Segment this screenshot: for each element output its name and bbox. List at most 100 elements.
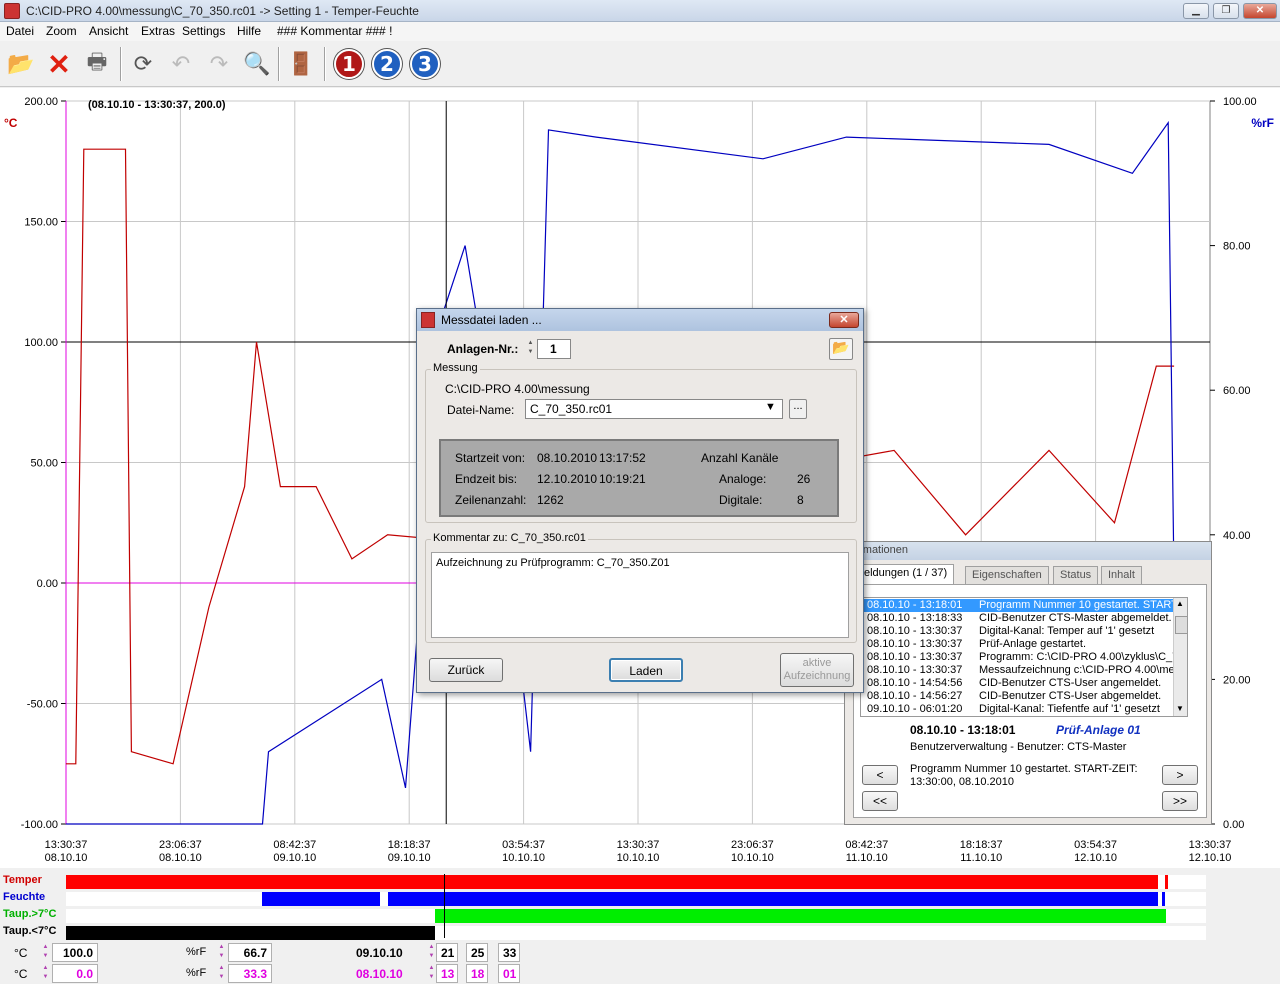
- right-unit-label: %rF: [1251, 116, 1274, 130]
- tab-inhalt[interactable]: Inhalt: [1101, 566, 1142, 584]
- menu-zoom[interactable]: Zoom: [46, 24, 77, 38]
- tab-meldungen[interactable]: eldungen (1 / 37): [857, 564, 955, 584]
- row2-hum-value[interactable]: 33.3: [228, 964, 272, 983]
- message-row[interactable]: 08.10.10 - 13:18:33 CID-Benutzer CTS-Mast…: [861, 612, 1181, 625]
- row1-hum-value[interactable]: 66.7: [228, 943, 272, 962]
- active-recording-button[interactable]: aktive Aufzeichnung: [780, 653, 854, 687]
- rows-label: Zeilenanzahl:: [455, 493, 527, 507]
- end-time: 10:19:21: [599, 472, 646, 486]
- digital-channel-legend: Temper Feuchte Taup.>7°C Taup.<7°C: [0, 872, 1210, 940]
- row2-temp-spinner[interactable]: ▲ ▼: [42, 964, 49, 983]
- row2-hum-spinner[interactable]: ▲ ▼: [218, 964, 225, 983]
- row1-temp-spinner[interactable]: ▲ ▼: [42, 943, 49, 962]
- row1-unit-hum: %rF: [186, 946, 207, 958]
- anlagen-spinner[interactable]: ▲ ▼: [527, 339, 534, 358]
- redo-icon[interactable]: ↷: [202, 47, 236, 81]
- anlagen-label: Anlagen-Nr.:: [447, 342, 519, 356]
- row1-second[interactable]: 33: [498, 943, 520, 962]
- exit-door-icon[interactable]: 🚪: [284, 47, 318, 81]
- row1-temp-value[interactable]: 100.0: [52, 943, 98, 962]
- information-panel: ormationen eldungen (1 / 37) Eigenschaft…: [844, 541, 1212, 825]
- first-message-button[interactable]: <<: [862, 791, 898, 811]
- menu-datei[interactable]: Datei: [6, 24, 34, 38]
- delete-x-icon[interactable]: ✕: [42, 47, 76, 81]
- open-folder-icon[interactable]: 📂: [829, 338, 853, 360]
- browse-button[interactable]: ...: [789, 399, 807, 419]
- row1-hour[interactable]: 21: [436, 943, 458, 962]
- row2-hour-spinner[interactable]: ▲ ▼: [428, 964, 435, 983]
- row2-temp-value[interactable]: 0.0: [52, 964, 98, 983]
- track-taup-above: [66, 909, 1206, 923]
- message-row[interactable]: 08.10.10 - 13:30:37 Digital-Kanal: Temper…: [861, 625, 1181, 638]
- y-tick-label-left: 200.00: [24, 96, 58, 108]
- scroll-down-icon[interactable]: ▼: [1176, 704, 1184, 713]
- x-tick-time: 03:54:37: [502, 839, 545, 851]
- track-taup-below-bar: [66, 926, 435, 940]
- next-message-button[interactable]: >: [1162, 765, 1198, 785]
- last-message-button[interactable]: >>: [1162, 791, 1198, 811]
- refresh-icon[interactable]: ⟳: [126, 47, 160, 81]
- minimize-button[interactable]: ▁: [1183, 3, 1209, 19]
- scroll-thumb[interactable]: [1175, 616, 1187, 634]
- program-1-button[interactable]: 1: [332, 47, 366, 81]
- message-list[interactable]: 08.10.10 - 13:18:01 Programm Nummer 10 ge…: [860, 597, 1188, 717]
- row2-minute[interactable]: 18: [466, 964, 488, 983]
- window-title: C:\CID-PRO 4.00\messung\C_70_350.rc01 ->…: [26, 4, 419, 18]
- track-taup-below: [66, 926, 1206, 940]
- start-date: 08.10.2010: [537, 451, 598, 465]
- prev-message-button[interactable]: <: [862, 765, 898, 785]
- dialog-close-button[interactable]: ✕: [829, 312, 859, 328]
- menu-kommentar[interactable]: ### Kommentar ### !: [277, 24, 392, 38]
- load-button[interactable]: Laden: [609, 658, 683, 682]
- message-date: 08.10.10 - 13:30:37: [867, 638, 963, 650]
- back-button[interactable]: Zurück: [429, 658, 503, 682]
- scroll-up-icon[interactable]: ▲: [1176, 599, 1184, 608]
- message-list-scrollbar[interactable]: ▲ ▼: [1173, 598, 1187, 716]
- track-feuchte: [66, 892, 1206, 906]
- message-row[interactable]: 08.10.10 - 13:30:37 Programm: C:\CID-PRO …: [861, 651, 1181, 664]
- anlagen-input[interactable]: 1: [537, 339, 571, 359]
- close-window-button[interactable]: ✕: [1243, 3, 1277, 19]
- message-date: 08.10.10 - 13:18:01: [867, 599, 963, 611]
- y-tick-label-left: 150.00: [24, 217, 58, 229]
- menu-ansicht[interactable]: Ansicht: [89, 24, 128, 38]
- y-tick-label-left: 50.00: [30, 458, 58, 470]
- search-magnifier-icon[interactable]: 🔍: [240, 47, 274, 81]
- legend-label-temper: Temper: [3, 874, 42, 886]
- legend-label-feuchte: Feuchte: [3, 891, 46, 903]
- message-row[interactable]: 09.10.10 - 06:01:20 Digital-Kanal: Tiefen…: [861, 703, 1181, 716]
- row1-hum-spinner[interactable]: ▲ ▼: [218, 943, 225, 962]
- analog-label: Analoge:: [719, 472, 767, 486]
- tab-status[interactable]: Status: [1053, 566, 1099, 584]
- y-tick-label-right: 0.00: [1223, 819, 1244, 831]
- row1-minute[interactable]: 25: [466, 943, 488, 962]
- menu-settings[interactable]: Settings: [182, 24, 225, 38]
- open-folder-icon[interactable]: 📂: [4, 47, 38, 81]
- row1-unit-temp: °C: [14, 946, 28, 960]
- message-row[interactable]: 08.10.10 - 13:30:37 Messaufzeichnung c:\C…: [861, 664, 1181, 677]
- message-row[interactable]: 08.10.10 - 14:54:56 CID-Benutzer CTS-User…: [861, 677, 1181, 690]
- datei-name-select[interactable]: C_70_350.rc01: [525, 399, 783, 419]
- tab-eigenschaften[interactable]: Eigenschaften: [965, 566, 1049, 584]
- row2-hour[interactable]: 13: [436, 964, 458, 983]
- chevron-down-icon[interactable]: ▼: [765, 401, 776, 413]
- message-row[interactable]: 08.10.10 - 13:30:37 Prüf-Anlage gestartet…: [861, 638, 1181, 651]
- x-tick-date: 11.10.10: [846, 852, 888, 864]
- row1-hour-spinner[interactable]: ▲ ▼: [428, 943, 435, 962]
- end-label: Endzeit bis:: [455, 472, 518, 486]
- detail-unit: Prüf-Anlage 01: [1056, 723, 1141, 737]
- menu-hilfe[interactable]: Hilfe: [237, 24, 261, 38]
- comment-textarea[interactable]: Aufzeichnung zu Prüfprogramm: C_70_350.Z…: [431, 552, 849, 638]
- track-temper-bar: [66, 875, 1158, 889]
- undo-icon[interactable]: ↶: [164, 47, 198, 81]
- program-2-button[interactable]: 2: [370, 47, 404, 81]
- row2-second[interactable]: 01: [498, 964, 520, 983]
- message-row[interactable]: 08.10.10 - 14:56:27 CID-Benutzer CTS-User…: [861, 690, 1181, 703]
- x-tick-date: 10.10.10: [731, 852, 774, 864]
- printer-icon[interactable]: 🖶: [80, 47, 114, 81]
- program-3-button[interactable]: 3: [408, 47, 442, 81]
- message-row[interactable]: 08.10.10 - 13:18:01 Programm Nummer 10 ge…: [861, 599, 1181, 612]
- menu-extras[interactable]: Extras: [141, 24, 175, 38]
- x-tick-date: 09.10.10: [273, 852, 316, 864]
- restore-button[interactable]: ❐: [1213, 3, 1239, 19]
